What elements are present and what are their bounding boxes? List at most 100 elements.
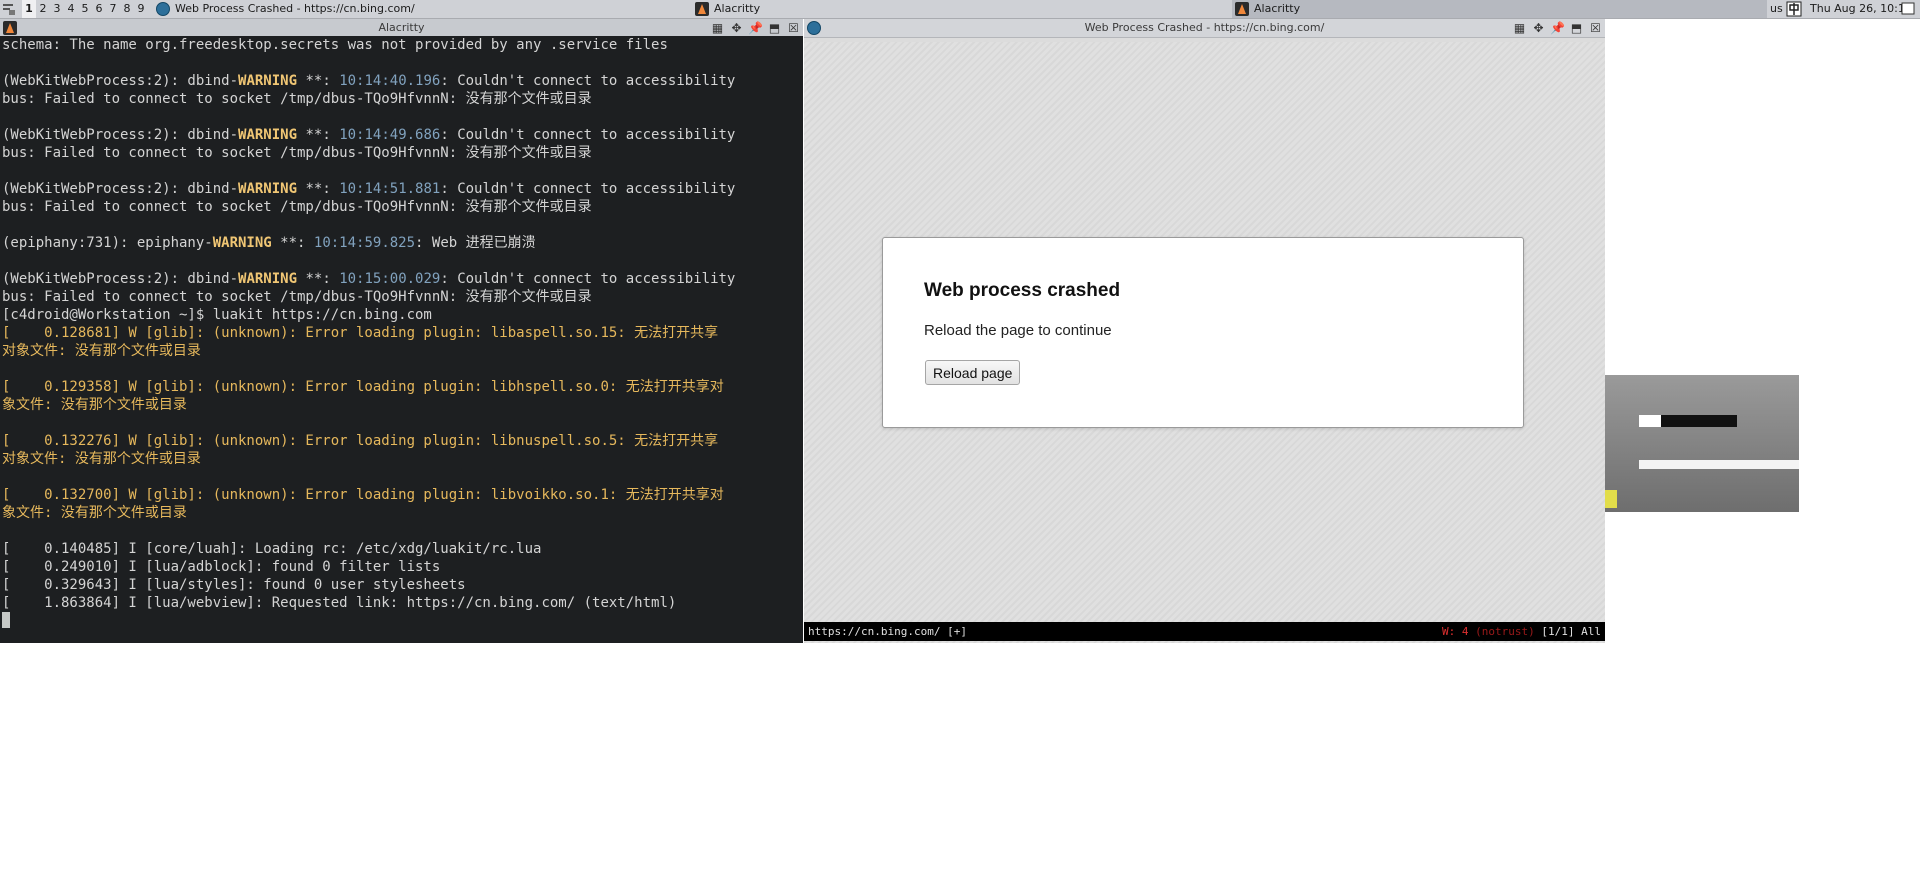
status-url: https://cn.bing.com/ [+] — [808, 625, 967, 638]
terminal-segment: schema: The name org.freedesktop.secrets… — [2, 37, 668, 53]
globe-icon — [807, 21, 821, 35]
terminal-segment: **: — [297, 127, 340, 143]
reload-page-button[interactable]: Reload page — [925, 360, 1021, 385]
terminal-segment: 10:14:40.196 — [339, 73, 441, 89]
terminal-segment: (WebKitWebProcess:2): dbind- — [2, 127, 239, 143]
warning-count[interactable]: W: 4 — [1442, 625, 1469, 638]
page-content: Web process crashed Reload the page to c… — [804, 42, 1605, 643]
crash-title: Web process crashed — [924, 280, 1121, 301]
layout-icon[interactable]: ▦ — [1512, 21, 1527, 35]
alacritty-icon — [3, 21, 17, 35]
terminal-line: 象文件: 没有那个文件或目录 — [2, 504, 803, 522]
workspace-1[interactable]: 1 — [22, 0, 36, 18]
terminal-segment: : Couldn't connect to accessibility — [440, 271, 736, 287]
taskbar-item-alacritty-active[interactable]: Alacritty — [1232, 0, 1767, 18]
terminal-line: [ 0.129358] W [glib]: (unknown): Error l… — [2, 378, 803, 396]
globe-icon — [156, 2, 170, 16]
terminal-segment: 对象文件: 没有那个文件或目录 — [2, 451, 201, 467]
terminal-segment: WARNING — [238, 181, 298, 197]
scroll-indicator: All — [1581, 625, 1601, 638]
terminal-segment: WARNING — [238, 127, 298, 143]
alacritty-icon — [695, 2, 709, 16]
terminal-line: [ 0.128681] W [glib]: (unknown): Error l… — [2, 324, 803, 342]
workspace-3[interactable]: 3 — [50, 0, 64, 18]
workspace-6[interactable]: 6 — [92, 0, 106, 18]
terminal-segment: [ 0.329643] I [lua/styles]: found 0 user… — [2, 577, 466, 593]
terminal-line: [c4droid@Workstation ~]$ luakit https://… — [2, 306, 803, 324]
terminal-segment: [ 1.863864] I [lua/webview]: Requested l… — [2, 595, 677, 611]
window-title: Alacritty — [378, 21, 425, 34]
workspace-4[interactable]: 4 — [64, 0, 78, 18]
workspace-9[interactable]: 9 — [134, 0, 148, 18]
terminal-segment: : Web 进程已崩溃 — [415, 235, 536, 251]
terminal-segment: 对象文件: 没有那个文件或目录 — [2, 343, 201, 359]
taskbar-item-browser[interactable]: Web Process Crashed - https://cn.bing.co… — [153, 0, 683, 18]
taskbar-item-alacritty[interactable]: Alacritty — [692, 0, 1232, 18]
keyboard-layout[interactable]: us — [1770, 0, 1783, 18]
terminal-line: (epiphany:731): epiphany-WARNING **: 10:… — [2, 234, 803, 252]
close-icon[interactable]: ☒ — [1588, 21, 1603, 35]
terminal-segment: [ 0.132276] W [glib]: (unknown): Error l… — [2, 433, 719, 449]
workspace-5[interactable]: 5 — [78, 0, 92, 18]
terminal-line: [ 0.140485] I [core/luah]: Loading rc: /… — [2, 540, 803, 558]
terminal-segment: bus: Failed to connect to socket /tmp/db… — [2, 145, 592, 161]
close-icon[interactable]: ☒ — [786, 21, 801, 35]
terminal-segment: **: — [297, 181, 340, 197]
terminal-line: (WebKitWebProcess:2): dbind-WARNING **: … — [2, 72, 803, 90]
move-icon[interactable]: ✥ — [729, 21, 744, 35]
browser-window: Web Process Crashed - https://cn.bing.co… — [804, 19, 1605, 643]
terminal-output[interactable]: schema: The name org.freedesktop.secrets… — [0, 36, 803, 643]
move-icon[interactable]: ✥ — [1531, 21, 1546, 35]
terminal-lines: schema: The name org.freedesktop.secrets… — [0, 36, 803, 630]
terminal-segment: 10:15:00.029 — [339, 271, 441, 287]
terminal-line: bus: Failed to connect to socket /tmp/db… — [2, 90, 803, 108]
crash-message: Reload the page to continue — [924, 322, 1112, 339]
terminal-segment: : Couldn't connect to accessibility — [440, 181, 736, 197]
maximize-icon[interactable]: ⬒ — [767, 21, 782, 35]
terminal-line: (WebKitWebProcess:2): dbind-WARNING **: … — [2, 270, 803, 288]
terminal-segment: 10:14:49.686 — [339, 127, 441, 143]
workspace-8[interactable]: 8 — [120, 0, 134, 18]
pin-icon[interactable]: 📌 — [748, 21, 763, 35]
terminal-segment: WARNING — [238, 271, 298, 287]
terminal-segment: **: — [271, 235, 314, 251]
terminal-segment: [ 0.140485] I [core/luah]: Loading rc: /… — [2, 541, 542, 557]
terminal-segment: 象文件: 没有那个文件或目录 — [2, 397, 187, 413]
workspace-2[interactable]: 2 — [36, 0, 50, 18]
terminal-line: (WebKitWebProcess:2): dbind-WARNING **: … — [2, 126, 803, 144]
workspace-7[interactable]: 7 — [106, 0, 120, 18]
terminal-segment: 象文件: 没有那个文件或目录 — [2, 505, 187, 521]
terminal-segment: (epiphany:731): epiphany- — [2, 235, 213, 251]
terminal-line: 对象文件: 没有那个文件或目录 — [2, 450, 803, 468]
clock[interactable]: Thu Aug 26, 10:17 — [1810, 0, 1912, 18]
browser-titlebar[interactable]: Web Process Crashed - https://cn.bing.co… — [804, 19, 1605, 38]
menu-icon[interactable] — [0, 0, 24, 18]
terminal-line: [ 0.249010] I [lua/adblock]: found 0 fil… — [2, 558, 803, 576]
show-desktop-icon[interactable] — [1900, 0, 1916, 18]
trust-indicator: (notrust) — [1475, 625, 1535, 638]
task-title: Alacritty — [714, 2, 761, 15]
alacritty-icon — [1235, 2, 1249, 16]
terminal-line: [ 0.329643] I [lua/styles]: found 0 user… — [2, 576, 803, 594]
terminal-cursor[interactable] — [2, 612, 803, 630]
terminal-segment: : Couldn't connect to accessibility — [440, 73, 736, 89]
terminal-segment: [ 0.249010] I [lua/adblock]: found 0 fil… — [2, 559, 441, 575]
workspace-switcher: 123456789 — [22, 0, 148, 18]
terminal-segment: 10:14:51.881 — [339, 181, 441, 197]
cursor-block — [2, 612, 10, 628]
task-title: Web Process Crashed - https://cn.bing.co… — [175, 2, 415, 15]
layout-icon[interactable]: ▦ — [710, 21, 725, 35]
terminal-line: 对象文件: 没有那个文件或目录 — [2, 342, 803, 360]
input-method-icon[interactable] — [1786, 0, 1802, 18]
terminal-segment: bus: Failed to connect to socket /tmp/db… — [2, 199, 592, 215]
maximize-icon[interactable]: ⬒ — [1569, 21, 1584, 35]
status-bar: https://cn.bing.com/ [+] W: 4 (notrust) … — [804, 622, 1605, 641]
terminal-segment: [ 0.128681] W [glib]: (unknown): Error l… — [2, 325, 719, 341]
pin-icon[interactable]: 📌 — [1550, 21, 1565, 35]
